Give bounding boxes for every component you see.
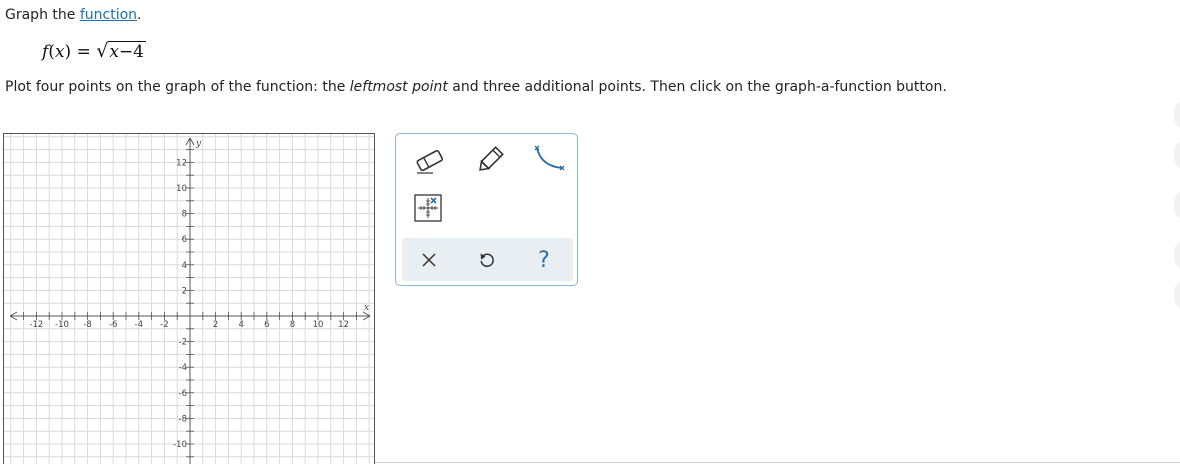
graph-toolbox: ? [395, 133, 578, 286]
y-tick-label: 6 [182, 235, 187, 245]
radicand-var: x [109, 42, 119, 62]
side-handle [1174, 100, 1180, 130]
side-handle [1174, 140, 1180, 170]
x-tick-label: 6 [264, 320, 269, 330]
function-link[interactable]: function [80, 7, 137, 23]
point-grid-icon [414, 194, 442, 222]
formula-radical: √x−4 [96, 40, 146, 62]
radicand-rest: −4 [118, 42, 144, 62]
graph-svg[interactable]: -12 -10 -8 -6 -4 -2 2 4 6 8 10 12 12 10 8 6 4 2 -2 -4 -6 -8 -1… [4, 134, 375, 464]
x-tick-label: 2 [213, 320, 218, 330]
graph-canvas[interactable]: -12 -10 -8 -6 -4 -2 2 4 6 8 10 12 12 10 8 6 4 2 -2 -4 -6 -8 -1… [3, 133, 375, 464]
y-tick-label: 10 [176, 184, 187, 194]
graph-function-icon [534, 145, 565, 171]
x-tick-label: -8 [83, 320, 91, 330]
y-tick-label: 12 [176, 158, 187, 168]
x-tick-label: 8 [290, 320, 295, 330]
x-tick-label: -10 [55, 320, 69, 330]
x-tick-label: -12 [29, 320, 43, 330]
eraser-icon [416, 149, 444, 174]
x-tick-label: -6 [109, 320, 117, 330]
y-tick-label: 4 [182, 261, 187, 271]
undo-button[interactable] [473, 246, 501, 274]
x-tick-label: 10 [313, 320, 324, 330]
eraser-tool-button[interactable] [413, 146, 447, 176]
prompt-suffix: . [137, 7, 142, 23]
side-handle [1174, 240, 1180, 270]
clear-icon [422, 253, 436, 267]
help-icon: ? [538, 247, 550, 273]
prompt-prefix: Graph the [5, 7, 80, 23]
pencil-tool-button[interactable] [474, 144, 506, 176]
instructions-part1: Plot four points on the graph of the fun… [5, 79, 350, 95]
function-formula: f(x) = √x−4 [42, 40, 146, 62]
point-grid-tool-button[interactable] [414, 194, 442, 222]
instructions-text: Plot four points on the graph of the fun… [5, 79, 947, 95]
bottom-divider [375, 462, 1180, 463]
help-button[interactable]: ? [530, 246, 558, 274]
undo-icon [480, 253, 494, 267]
pencil-icon [479, 146, 504, 171]
formula-radicand: x−4 [108, 41, 146, 62]
x-tick-label: 12 [338, 320, 349, 330]
y-tick-label: -2 [179, 338, 187, 348]
graph-function-tool-button[interactable] [532, 144, 566, 176]
y-tick-label: 8 [182, 210, 187, 220]
y-tick-label: 2 [182, 286, 187, 296]
action-bar: ? [402, 238, 573, 281]
instructions-part2: and three additional points. Then click … [447, 79, 947, 95]
y-tick-label: -4 [179, 363, 187, 373]
radical-sign: √ [96, 40, 109, 62]
side-handle [1174, 280, 1180, 310]
formula-fname: f [42, 42, 49, 62]
y-tick-label: -6 [179, 389, 187, 399]
y-axis-label: y [195, 139, 202, 149]
prompt-text: Graph the function. [5, 7, 141, 23]
y-tick-label: -10 [173, 440, 187, 450]
y-tick-label: -8 [179, 414, 187, 424]
x-tick-label: 4 [238, 320, 243, 330]
clear-button[interactable] [415, 246, 443, 274]
side-handle [1174, 190, 1180, 220]
formula-equals: = [76, 42, 91, 62]
formula-arg: x [54, 42, 65, 62]
x-axis-label: x [364, 303, 369, 313]
x-tick-label: -2 [160, 320, 168, 330]
instructions-emphasis: leftmost point [349, 79, 448, 95]
x-tick-label: -4 [135, 320, 143, 330]
